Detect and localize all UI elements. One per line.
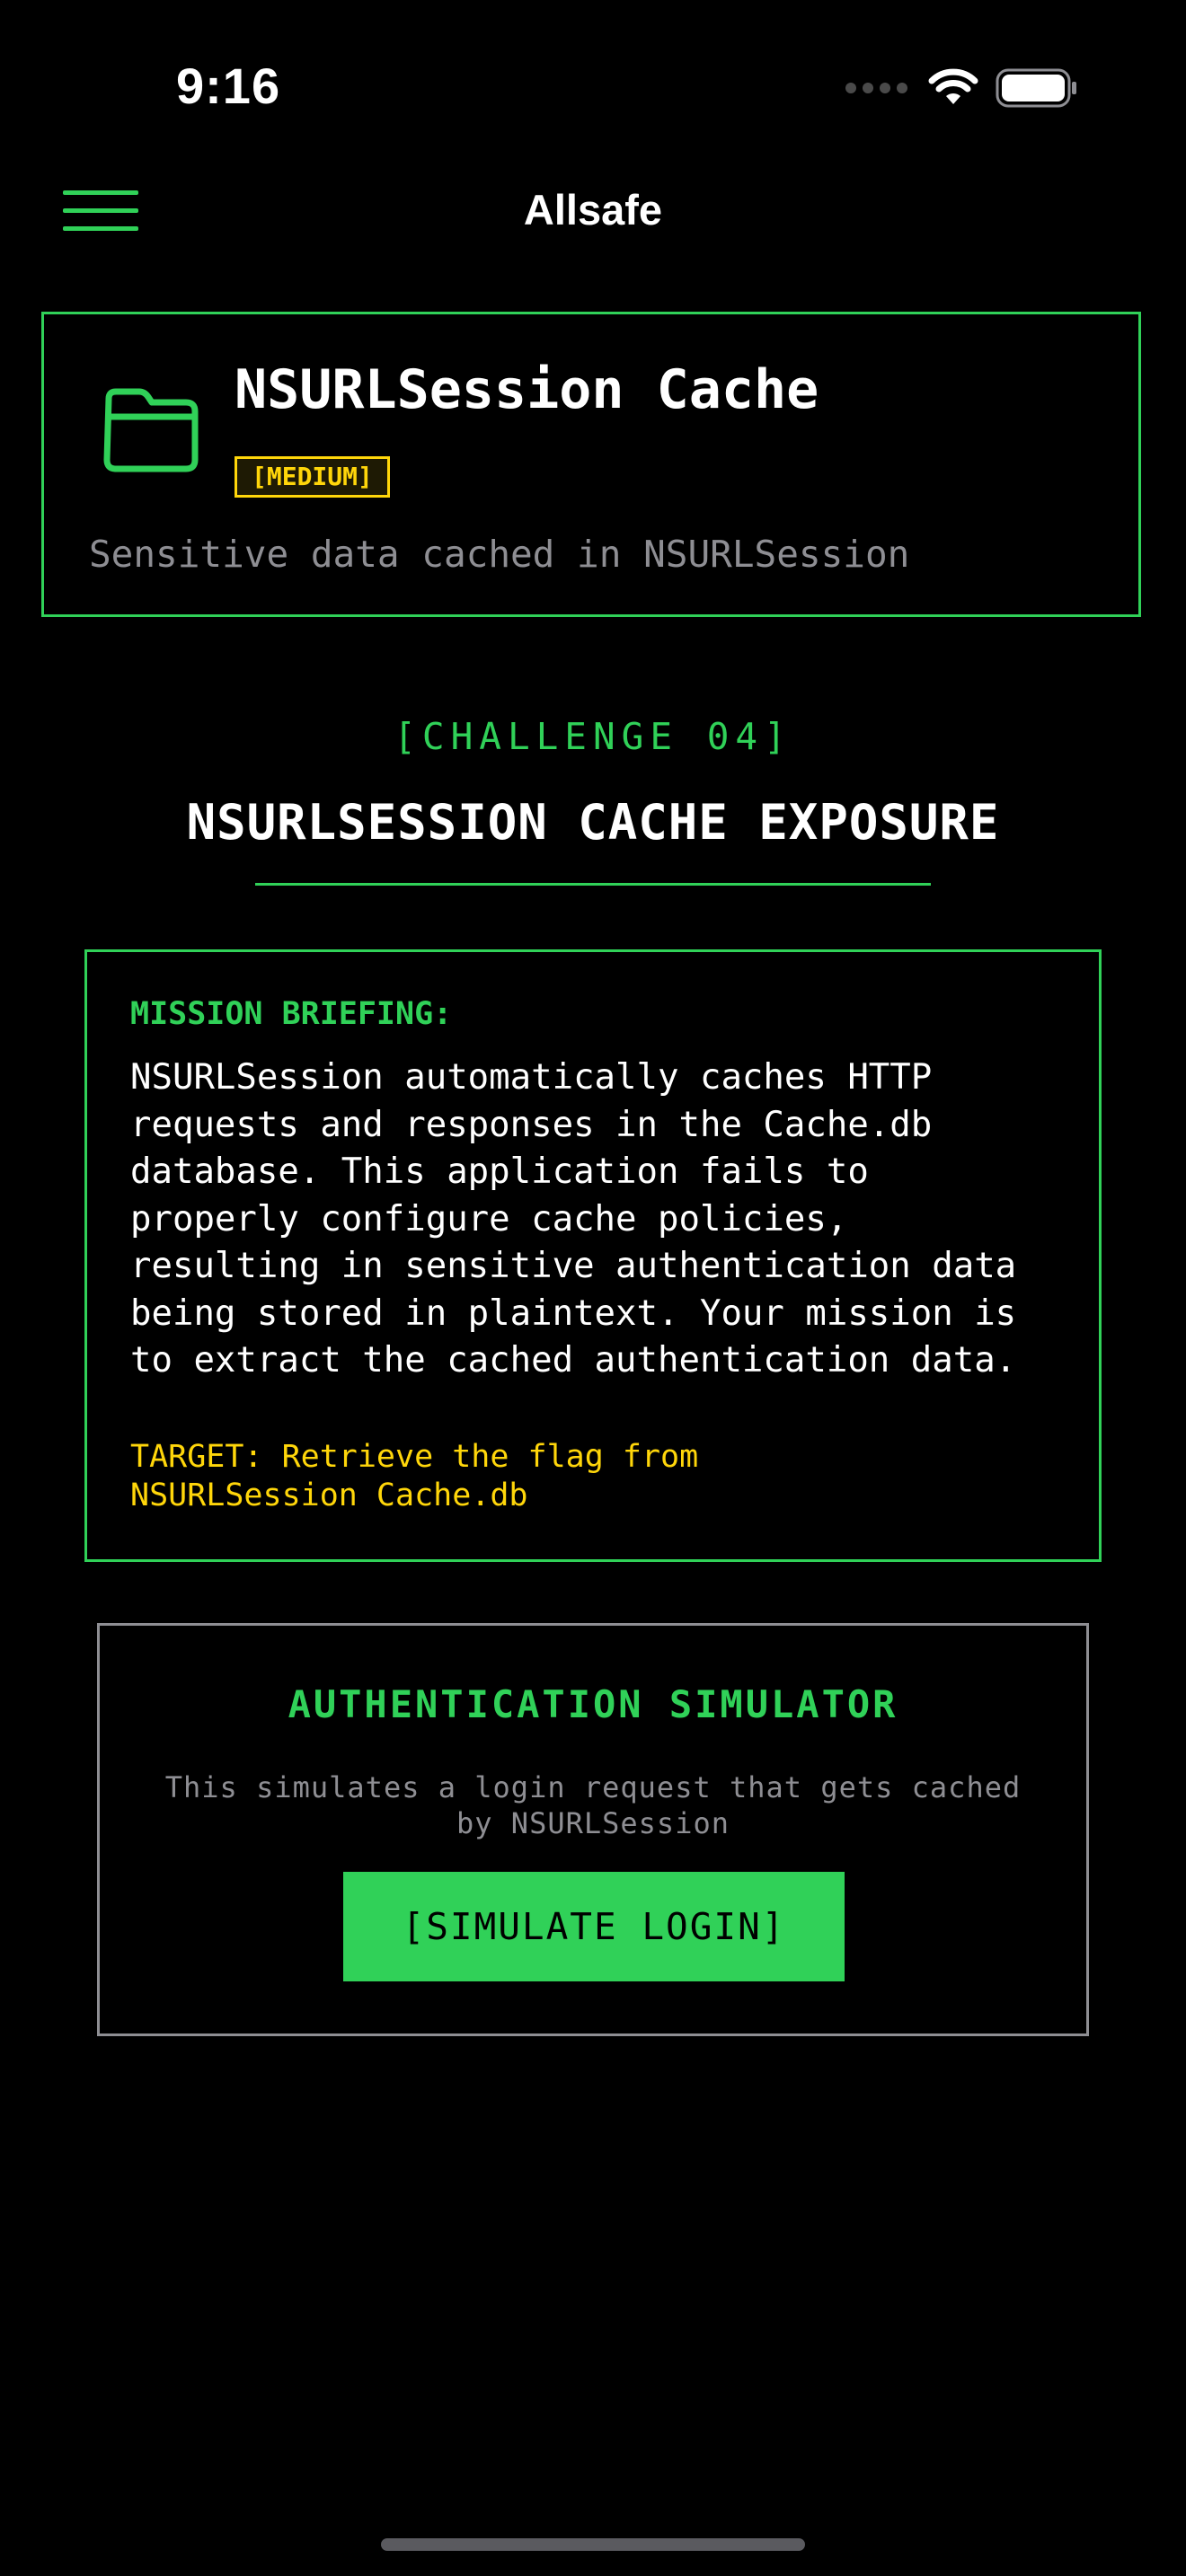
challenge-number-label: [CHALLENGE 04]	[394, 715, 792, 758]
simulator-description: This simulates a login request that gets…	[164, 1770, 1022, 1840]
home-indicator[interactable]	[381, 2538, 805, 2551]
authentication-simulator-panel: AUTHENTICATION SIMULATOR This simulates …	[97, 1623, 1089, 2036]
wifi-icon	[928, 68, 978, 104]
status-bar-time: 9:16	[176, 57, 281, 114]
mission-briefing-box: MISSION BRIEFING: NSURLSession automatic…	[84, 949, 1102, 1562]
difficulty-badge: [MEDIUM]	[235, 456, 390, 498]
nav-title: Allsafe	[523, 186, 663, 234]
status-bar-indicators	[845, 66, 1078, 110]
mission-briefing-label: MISSION BRIEFING:	[130, 996, 453, 1032]
battery-icon	[996, 68, 1076, 108]
title-divider	[255, 883, 931, 886]
folder-icon	[103, 388, 199, 472]
challenge-name: NSURLSession Cache	[235, 358, 819, 421]
challenge-header-card: NSURLSession Cache [MEDIUM] Sensitive da…	[41, 312, 1141, 617]
mission-target-text: TARGET: Retrieve the flag from NSURLSess…	[130, 1439, 699, 1513]
challenge-summary: Sensitive data cached in NSURLSession	[89, 533, 910, 576]
cellular-signal-icon	[845, 83, 907, 93]
simulator-title: AUTHENTICATION SIMULATOR	[288, 1682, 898, 1726]
mission-briefing-text: NSURLSession automatically caches HTTP r…	[130, 1057, 1017, 1381]
simulate-login-button[interactable]: [SIMULATE LOGIN]	[343, 1872, 845, 1981]
challenge-title: NSURLSESSION CACHE EXPOSURE	[186, 794, 1000, 851]
